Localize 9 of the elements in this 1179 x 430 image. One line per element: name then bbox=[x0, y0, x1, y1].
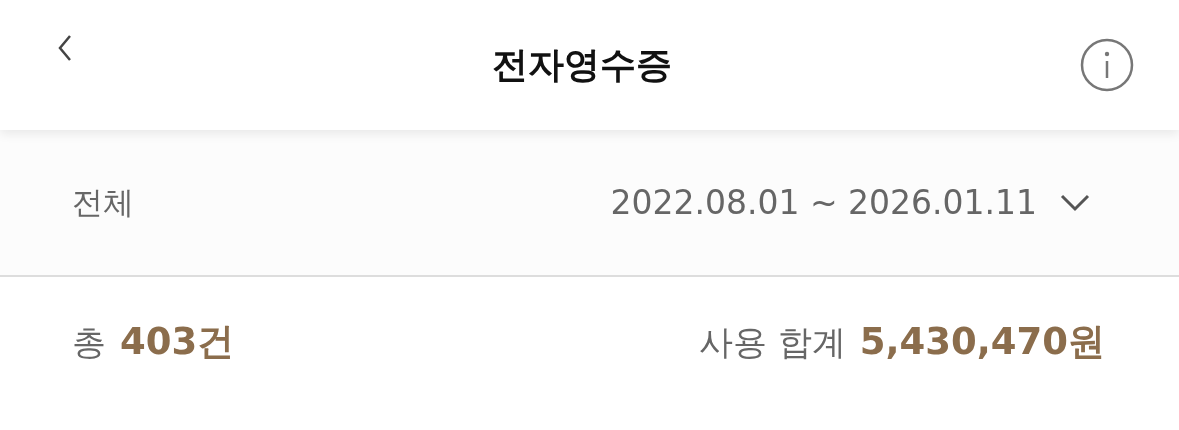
filter-label: 전체 bbox=[72, 182, 134, 222]
date-range-dropdown[interactable]: 2022.08.01 ~ 2026.01.11 bbox=[610, 183, 1091, 222]
info-icon[interactable] bbox=[1079, 37, 1135, 93]
chevron-down-icon bbox=[1059, 192, 1091, 213]
sum-label: 사용 합계 bbox=[698, 321, 846, 364]
total-count: 403건 bbox=[120, 319, 235, 365]
sum-value: 5,430,470원 bbox=[859, 319, 1105, 365]
total-label: 총 bbox=[72, 321, 106, 364]
page-title: 전자영수증 bbox=[491, 42, 672, 87]
